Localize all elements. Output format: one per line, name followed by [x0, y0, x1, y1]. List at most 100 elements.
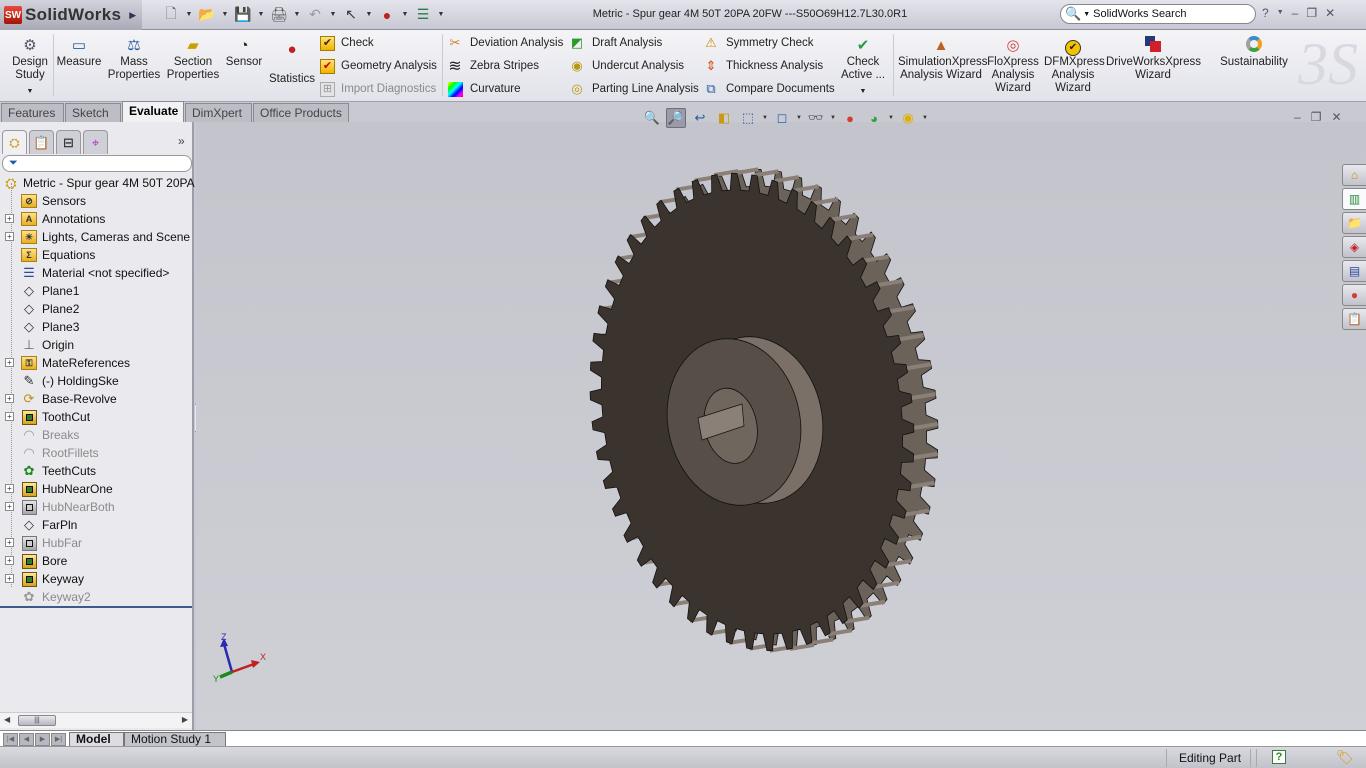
check-button[interactable]: ✔ Check — [320, 34, 374, 52]
expand-icon[interactable]: + — [5, 394, 14, 403]
display-style-dropdown-icon[interactable]: ▼ — [796, 115, 802, 121]
floxpress-button[interactable]: ◎ FloXpress Analysis Wizard — [986, 36, 1040, 95]
section-view-button[interactable]: ◧ — [714, 108, 734, 128]
tree-item[interactable]: ◇ Plane1 — [0, 282, 192, 300]
prev-tab-button[interactable]: ◀ — [19, 733, 34, 746]
measure-button[interactable]: ▭ Measure — [56, 36, 102, 69]
rebuild-button[interactable]: ● — [376, 4, 398, 25]
appearances-tab[interactable]: ● — [1342, 284, 1366, 306]
tree-item[interactable]: + Keyway — [0, 570, 192, 588]
dimxpertmanager-tab[interactable]: ⌖ — [83, 130, 108, 154]
doc-close-button[interactable]: ✕ — [1331, 110, 1341, 124]
apply-scene-dropdown-icon[interactable]: ▼ — [888, 115, 894, 121]
zoom-to-area-button[interactable]: 🔎 — [666, 108, 686, 128]
options-dropdown-icon[interactable]: ▼ — [436, 11, 446, 18]
view-orientation-button[interactable]: ⬚ — [738, 108, 758, 128]
solidworks-resources-tab[interactable]: ⌂ — [1342, 164, 1366, 186]
hide-show-items-button[interactable]: 👓 — [806, 108, 826, 128]
undercut-analysis-button[interactable]: ◉ Undercut Analysis — [568, 57, 684, 75]
parting-line-analysis-button[interactable]: ◎ Parting Line Analysis — [568, 80, 698, 98]
tab-dimxpert[interactable]: DimXpert — [185, 103, 252, 122]
thickness-analysis-button[interactable]: ⇕ Thickness Analysis — [702, 57, 824, 75]
tree-item[interactable]: ◠ Breaks — [0, 426, 192, 444]
check-active-document-button[interactable]: ✔ Check Active ... ▼ — [836, 36, 890, 98]
select-dropdown-icon[interactable]: ▼ — [364, 11, 374, 18]
expand-icon[interactable]: + — [5, 214, 14, 223]
expand-icon[interactable]: + — [5, 502, 14, 511]
configurationmanager-tab[interactable]: ⊟ — [56, 130, 81, 154]
new-dropdown-icon[interactable]: ▼ — [184, 11, 194, 18]
symmetry-check-button[interactable]: ⚠ Symmetry Check — [702, 34, 813, 52]
options-button[interactable]: ☰ — [412, 4, 434, 25]
view-settings-dropdown-icon[interactable]: ▼ — [922, 115, 928, 121]
draft-analysis-button[interactable]: ◩ Draft Analysis — [568, 34, 662, 52]
mass-properties-button[interactable]: ⚖ Mass Properties — [106, 36, 162, 82]
sustainability-button[interactable]: Sustainability — [1218, 36, 1290, 69]
next-tab-button[interactable]: ▶ — [35, 733, 50, 746]
tree-item[interactable]: ⊥ Origin — [0, 336, 192, 354]
first-tab-button[interactable]: |◀ — [3, 733, 18, 746]
chevron-down-icon[interactable]: ▼ — [8, 85, 52, 98]
tree-item[interactable]: ◇ FarPln — [0, 516, 192, 534]
undo-dropdown-icon[interactable]: ▼ — [328, 11, 338, 18]
tree-item[interactable]: ◇ Plane3 — [0, 318, 192, 336]
zoom-to-fit-button[interactable]: 🔍 — [642, 108, 662, 128]
tree-filter-input[interactable]: ⏷ — [2, 155, 192, 172]
display-style-button[interactable]: ◻ — [772, 108, 792, 128]
search-icon[interactable]: 🔍 — [1065, 6, 1081, 22]
more-tabs-button[interactable]: » — [178, 134, 185, 148]
tree-item[interactable]: + ⚿ MateReferences — [0, 354, 192, 372]
tree-item[interactable]: Σ Equations — [0, 246, 192, 264]
simulationxpress-button[interactable]: ▲ SimulationXpress Analysis Wizard — [898, 36, 987, 82]
tree-item[interactable]: ✎ (-) HoldingSke — [0, 372, 192, 390]
print-button[interactable]: 🖨 — [268, 4, 290, 25]
tag-icon[interactable]: 🏷 — [1336, 749, 1354, 766]
design-study-button[interactable]: ⚙ Design Study ▼ — [8, 36, 52, 98]
hide-show-items-dropdown-icon[interactable]: ▼ — [830, 115, 836, 121]
import-diagnostics-button[interactable]: ⊞ Import Diagnostics — [320, 80, 436, 98]
design-library-tab[interactable]: ▥ — [1342, 188, 1366, 210]
tab-motion-study-1[interactable]: Motion Study 1 — [124, 732, 226, 747]
tree-item[interactable]: ✿ TeethCuts — [0, 462, 192, 480]
apply-scene-button[interactable]: ◕ — [864, 108, 884, 128]
tree-item[interactable]: + ToothCut — [0, 408, 192, 426]
tab-sketch[interactable]: Sketch — [65, 103, 121, 122]
chevron-down-icon[interactable]: ▼ — [836, 85, 890, 98]
zebra-stripes-button[interactable]: ≋ Zebra Stripes — [446, 57, 539, 75]
featuremanager-tab[interactable]: ⛭ — [2, 130, 27, 154]
tab-office-products[interactable]: Office Products — [253, 103, 349, 122]
tree-item[interactable]: ⊘ Sensors — [0, 192, 192, 210]
solidworks-menu[interactable]: SW SolidWorks ▶ — [0, 0, 142, 30]
tree-root-part[interactable]: ⛭ Metric - Spur gear 4M 50T 20PA — [0, 174, 194, 192]
tree-item[interactable]: ✿ Keyway2 — [0, 588, 192, 606]
curvature-button[interactable]: Curvature — [446, 80, 521, 98]
dfmxpress-button[interactable]: ✔ DFMXpress Analysis Wizard — [1044, 36, 1105, 95]
restore-button[interactable]: ❐ — [1306, 6, 1317, 20]
deviation-analysis-button[interactable]: ✂ Deviation Analysis — [446, 34, 564, 52]
custom-properties-tab[interactable]: 📋 — [1342, 308, 1366, 330]
search-tab[interactable]: ◈ — [1342, 236, 1366, 258]
driveworksxpress-button[interactable]: DriveWorksXpress Wizard — [1106, 36, 1201, 82]
minimize-button[interactable]: – — [1292, 6, 1299, 20]
tree-item[interactable]: + HubNearBoth — [0, 498, 192, 516]
previous-view-button[interactable]: ↩ — [690, 108, 710, 128]
tree-item[interactable]: ◇ Plane2 — [0, 300, 192, 318]
tree-item[interactable]: + Bore — [0, 552, 192, 570]
close-button[interactable]: ✕ — [1325, 6, 1335, 20]
tree-item[interactable]: ◠ RootFillets — [0, 444, 192, 462]
help-button[interactable]: ? — [1262, 6, 1269, 20]
expand-icon[interactable]: + — [5, 574, 14, 583]
solidworks-search-field[interactable]: 🔍 ▼ SolidWorks Search — [1060, 4, 1256, 24]
edit-appearance-button[interactable]: ● — [840, 108, 860, 128]
last-tab-button[interactable]: ▶| — [51, 733, 66, 746]
open-dropdown-icon[interactable]: ▼ — [220, 11, 230, 18]
tree-item[interactable]: + HubNearOne — [0, 480, 192, 498]
compare-documents-button[interactable]: ⧉ Compare Documents — [702, 80, 834, 98]
tab-features[interactable]: Features — [1, 103, 64, 122]
save-button[interactable]: 💾 — [232, 4, 254, 25]
file-explorer-tab[interactable]: 📁 — [1342, 212, 1366, 234]
expand-icon[interactable]: + — [5, 484, 14, 493]
scroll-left-icon[interactable]: ◀ — [4, 715, 10, 724]
expand-icon[interactable]: + — [5, 232, 14, 241]
rollback-bar[interactable] — [0, 606, 192, 608]
